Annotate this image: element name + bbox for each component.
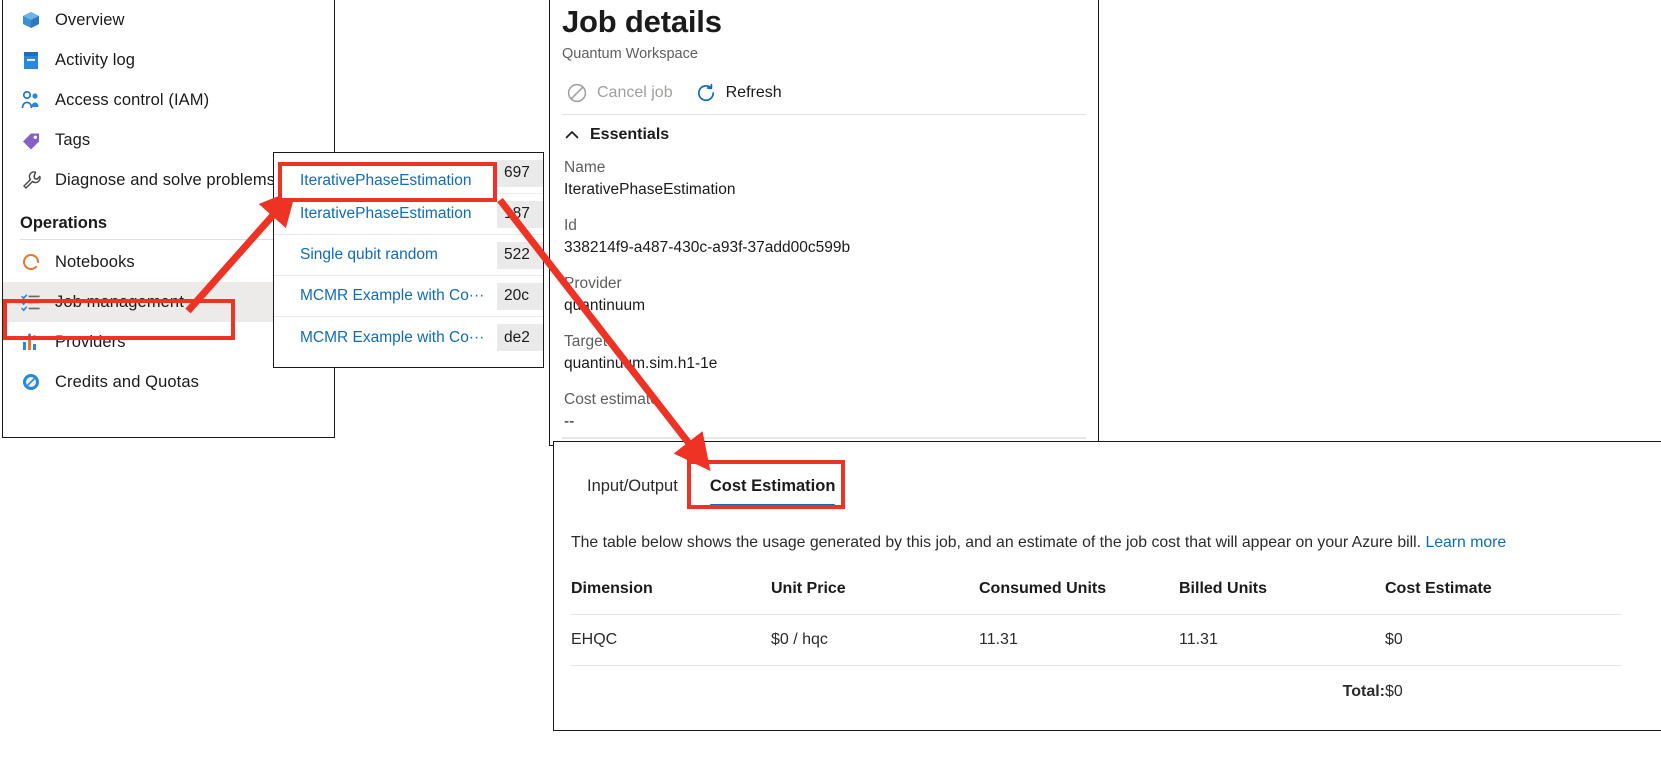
job-management-icon (20, 291, 42, 313)
cell-consumed-units: 11.31 (979, 615, 1179, 666)
sidebar-item-label: Credits and Quotas (55, 374, 199, 391)
providers-icon (20, 331, 42, 353)
job-name-link[interactable]: MCMR Example with Co··· (300, 329, 484, 347)
job-list-row[interactable]: Single qubit random 522 (274, 235, 543, 276)
sidebar-item-activity-log[interactable]: Activity log (3, 40, 334, 80)
screenshot-root: Overview Activity log Access control (IA… (0, 0, 1661, 777)
field-label: Name (564, 157, 1098, 179)
activity-log-icon (20, 49, 42, 71)
tag-icon (20, 129, 42, 151)
job-list-row[interactable]: MCMR Example with Co··· de2 (274, 317, 543, 358)
cell-dimension: EHQC (571, 615, 771, 666)
tab-cost-estimation[interactable]: Cost Estimation (694, 477, 852, 508)
sidebar-item-label: Access control (IAM) (55, 92, 209, 109)
cancel-icon (566, 82, 588, 104)
learn-more-link[interactable]: Learn more (1425, 534, 1506, 551)
sidebar-item-credits-and-quotas[interactable]: Credits and Quotas (3, 362, 334, 402)
sidebar-item-label: Diagnose and solve problems (55, 172, 275, 189)
column-header-dimension: Dimension (571, 580, 771, 615)
field-id: Id 338214f9-a487-430c-a93f-37add00c599b (550, 202, 1098, 260)
job-id-cell: 20c (497, 283, 543, 310)
table-total-row: Total: $0 (571, 666, 1621, 718)
field-cost-estimate: Cost estimate -- (550, 376, 1098, 434)
job-id-cell: 522 (497, 242, 543, 269)
job-id-cell: 187 (497, 201, 543, 228)
page-subtitle: Quantum Workspace (550, 40, 1098, 62)
cost-description-text: The table below shows the usage generate… (571, 534, 1421, 551)
job-name-link[interactable]: IterativePhaseEstimation (300, 164, 471, 182)
sidebar-item-label: Overview (55, 12, 125, 29)
field-provider: Provider quantinuum (550, 260, 1098, 318)
access-control-icon (20, 89, 42, 111)
total-label: Total: (1179, 666, 1385, 718)
field-value: quantinuum.sim.h1-1e (564, 353, 1098, 375)
job-list-panel: IterativePhaseEstimation 697 IterativePh… (273, 152, 544, 368)
field-value: -- (564, 411, 1098, 433)
credits-icon (20, 371, 42, 393)
command-bar: Cancel job Refresh (550, 62, 1098, 108)
job-id-cell: 697 (497, 160, 543, 187)
job-list-row[interactable]: IterativePhaseEstimation 187 (274, 194, 543, 235)
field-value: quantinuum (564, 295, 1098, 317)
notebook-icon (20, 251, 42, 273)
essentials-label: Essentials (590, 126, 669, 144)
column-header-unit-price: Unit Price (771, 580, 979, 615)
tab-label: Input/Output (587, 477, 678, 495)
sidebar-item-label: Providers (55, 334, 126, 351)
table-row: EHQC $0 / hqc 11.31 11.31 $0 (571, 615, 1621, 666)
cancel-job-button[interactable]: Cancel job (566, 82, 673, 104)
chevron-up-icon (564, 127, 580, 143)
refresh-button[interactable]: Refresh (695, 82, 782, 104)
refresh-label: Refresh (726, 84, 782, 102)
field-value: IterativePhaseEstimation (564, 179, 1098, 201)
cell-billed-units: 11.31 (1179, 615, 1385, 666)
cell-cost-estimate: $0 (1385, 615, 1621, 666)
job-list-row[interactable]: MCMR Example with Co··· 20c (274, 276, 543, 317)
tab-strip: Input/Output Cost Estimation (554, 442, 1661, 508)
tab-input-output[interactable]: Input/Output (571, 477, 694, 508)
total-spacer-1 (571, 666, 771, 718)
field-label: Target (564, 331, 1098, 353)
field-name: Name IterativePhaseEstimation (550, 144, 1098, 202)
cancel-job-label: Cancel job (597, 84, 673, 102)
cost-description: The table below shows the usage generate… (554, 508, 1661, 552)
wrench-icon (20, 169, 42, 191)
job-details-panel: Job details Quantum Workspace Cancel job… (549, 0, 1099, 446)
column-header-billed-units: Billed Units (1179, 580, 1385, 615)
sidebar-item-label: Job management (55, 294, 184, 311)
sidebar-item-label: Notebooks (55, 254, 135, 271)
essentials-bottom-divider (562, 437, 1086, 439)
essentials-section-header[interactable]: Essentials (550, 115, 1098, 144)
table-header-row: Dimension Unit Price Consumed Units Bill… (571, 580, 1621, 615)
field-label: Id (564, 215, 1098, 237)
cell-unit-price: $0 / hqc (771, 615, 979, 666)
job-name-link[interactable]: MCMR Example with Co··· (300, 287, 484, 305)
total-value: $0 (1385, 666, 1621, 718)
field-label: Cost estimate (564, 389, 1098, 411)
job-name-link[interactable]: Single qubit random (300, 246, 438, 264)
column-header-consumed-units: Consumed Units (979, 580, 1179, 615)
sidebar-item-label: Tags (55, 132, 90, 149)
tab-active-underline (710, 504, 836, 508)
sidebar-item-overview[interactable]: Overview (3, 0, 334, 40)
refresh-icon (695, 82, 717, 104)
cost-table: Dimension Unit Price Consumed Units Bill… (571, 580, 1621, 717)
page-title: Job details (550, 0, 1098, 40)
sidebar-item-label: Activity log (55, 52, 135, 69)
cost-estimation-panel: Input/Output Cost Estimation The table b… (553, 441, 1661, 731)
job-id-cell: de2 (497, 324, 543, 351)
job-name-link[interactable]: IterativePhaseEstimation (300, 205, 471, 223)
total-spacer-2 (771, 666, 979, 718)
field-label: Provider (564, 273, 1098, 295)
cube-icon (20, 9, 42, 31)
tab-label: Cost Estimation (710, 477, 836, 495)
field-target: Target quantinuum.sim.h1-1e (550, 318, 1098, 376)
sidebar-item-access-control[interactable]: Access control (IAM) (3, 80, 334, 120)
total-spacer-3 (979, 666, 1179, 718)
field-value: 338214f9-a487-430c-a93f-37add00c599b (564, 237, 1098, 259)
column-header-cost-estimate: Cost Estimate (1385, 580, 1621, 615)
job-list-row[interactable]: IterativePhaseEstimation 697 (274, 153, 543, 194)
